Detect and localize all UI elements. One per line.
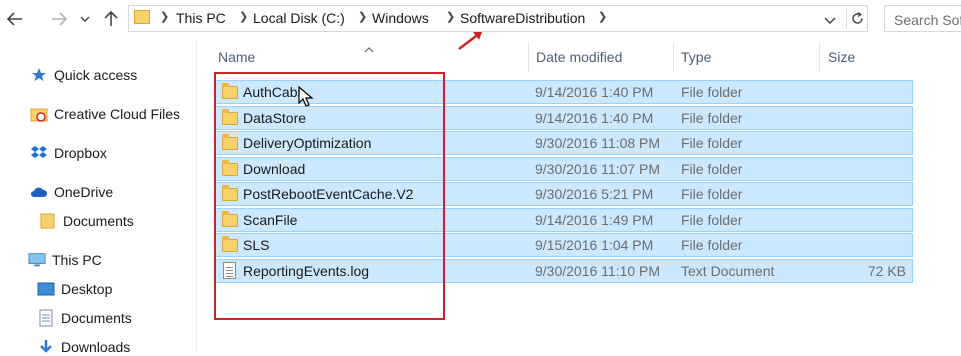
nav-label: Creative Cloud Files xyxy=(54,106,181,122)
nav-label: Documents xyxy=(63,213,134,229)
nav-label: Dropbox xyxy=(54,145,107,161)
star-icon xyxy=(30,66,48,84)
recent-locations-button[interactable] xyxy=(78,6,92,32)
nav-this-pc[interactable]: This PC xyxy=(28,251,102,269)
file-date-modified: 9/30/2016 5:21 PM xyxy=(535,186,654,202)
file-type: File folder xyxy=(681,237,743,253)
file-date-modified: 9/14/2016 1:40 PM xyxy=(535,110,654,126)
documents-icon xyxy=(37,309,55,327)
nav-label: Quick access xyxy=(54,67,138,83)
file-type: Text Document xyxy=(681,263,775,279)
breadcrumb-this-pc[interactable]: This PC xyxy=(176,10,226,26)
desktop-icon xyxy=(37,280,55,298)
folder-icon xyxy=(39,212,57,230)
file-date-modified: 9/14/2016 1:49 PM xyxy=(535,212,654,228)
file-type: File folder xyxy=(681,110,743,126)
column-header-date-modified[interactable]: Date modified xyxy=(536,49,622,65)
file-size: 72 KB xyxy=(867,263,906,279)
refresh-icon xyxy=(851,11,863,24)
nav-label: OneDrive xyxy=(54,184,114,200)
column-divider[interactable] xyxy=(819,42,820,72)
column-header-type[interactable]: Type xyxy=(681,49,711,65)
highlight-box xyxy=(214,72,445,320)
breadcrumb-separator-icon: ❯ xyxy=(160,11,170,23)
forward-button[interactable] xyxy=(48,6,70,32)
nav-onedrive-documents[interactable]: Documents xyxy=(39,212,134,230)
nav-onedrive[interactable]: OneDrive xyxy=(30,183,113,201)
breadcrumb-windows[interactable]: Windows xyxy=(372,10,429,26)
nav-quick-access[interactable]: Quick access xyxy=(30,66,137,84)
breadcrumb-software-distribution[interactable]: SoftwareDistribution xyxy=(460,10,585,26)
chevron-down-icon xyxy=(80,16,90,22)
breadcrumb-separator-icon: ❯ xyxy=(446,11,456,23)
location-folder-icon xyxy=(134,10,150,24)
dropbox-icon xyxy=(30,144,48,162)
file-type: File folder xyxy=(681,135,743,151)
nav-label: Downloads xyxy=(61,339,131,355)
file-date-modified: 9/30/2016 11:08 PM xyxy=(535,135,661,151)
nav-label: Documents xyxy=(61,310,132,326)
breadcrumb-local-disk[interactable]: Local Disk (C:) xyxy=(253,10,345,26)
back-button[interactable] xyxy=(4,6,26,32)
chevron-down-icon xyxy=(824,17,836,25)
refresh-button[interactable] xyxy=(846,8,867,28)
file-type: File folder xyxy=(681,84,743,100)
file-type: File folder xyxy=(681,161,743,177)
breadcrumb-separator-icon: ❯ xyxy=(598,11,608,23)
nav-documents[interactable]: Documents xyxy=(37,309,132,327)
back-arrow-icon xyxy=(7,12,22,26)
creative-cloud-folder-icon xyxy=(30,105,48,123)
column-header-name[interactable]: Name xyxy=(218,49,255,65)
file-date-modified: 9/30/2016 11:10 PM xyxy=(535,263,661,279)
address-history-dropdown[interactable] xyxy=(824,12,836,28)
download-arrow-icon xyxy=(37,338,55,356)
mouse-cursor-icon xyxy=(298,86,314,107)
up-arrow-icon xyxy=(104,11,118,26)
nav-desktop[interactable]: Desktop xyxy=(37,280,112,298)
nav-creative-cloud-files[interactable]: Creative Cloud Files xyxy=(30,105,180,123)
file-type: File folder xyxy=(681,212,743,228)
file-date-modified: 9/15/2016 1:04 PM xyxy=(535,237,654,253)
up-button[interactable] xyxy=(100,6,122,32)
pane-divider[interactable] xyxy=(196,40,197,352)
search-input[interactable]: Search Sof xyxy=(884,5,961,32)
nav-label: This PC xyxy=(52,252,102,268)
column-divider[interactable] xyxy=(673,42,674,72)
file-type: File folder xyxy=(681,186,743,202)
forward-arrow-icon xyxy=(52,12,67,26)
breadcrumb-separator-icon: ❯ xyxy=(239,11,249,23)
computer-icon xyxy=(28,251,46,269)
red-arrow-icon xyxy=(458,32,482,50)
nav-label: Desktop xyxy=(61,281,113,297)
column-header-size[interactable]: Size xyxy=(828,49,855,65)
file-date-modified: 9/30/2016 11:07 PM xyxy=(535,161,661,177)
nav-dropbox[interactable]: Dropbox xyxy=(30,144,107,162)
cloud-icon xyxy=(30,183,48,201)
breadcrumb-separator-icon: ❯ xyxy=(358,11,368,23)
file-date-modified: 9/14/2016 1:40 PM xyxy=(535,84,654,100)
column-divider[interactable] xyxy=(528,42,529,72)
nav-downloads[interactable]: Downloads xyxy=(37,338,130,356)
sort-ascending-icon xyxy=(364,40,374,56)
